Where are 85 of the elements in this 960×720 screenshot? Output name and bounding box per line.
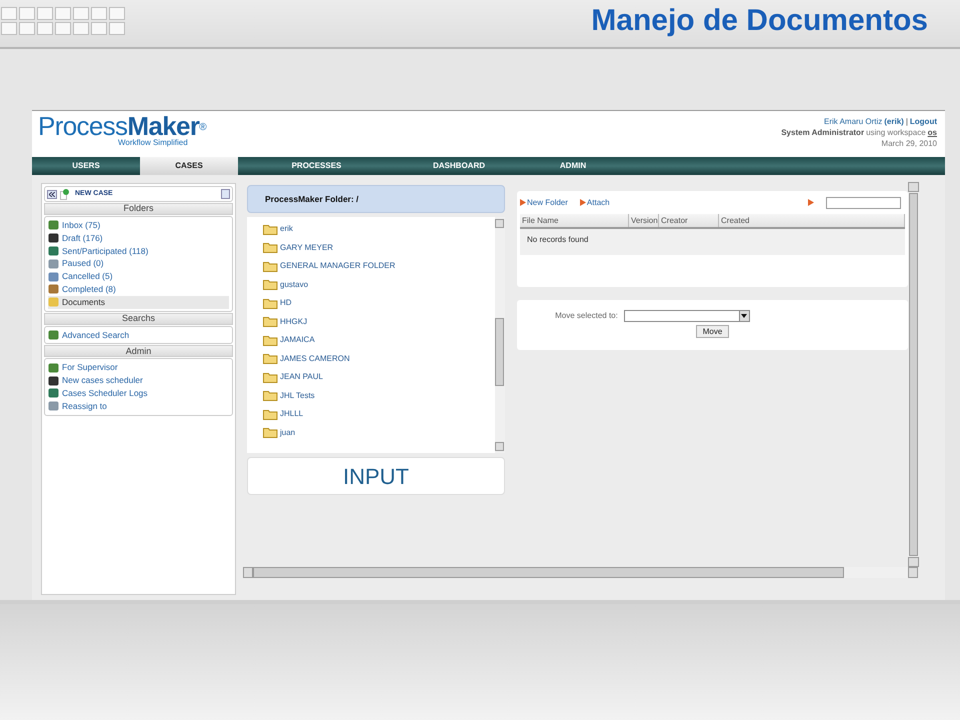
sidebar-item[interactable]: Reassign to <box>48 400 229 413</box>
folder-panel-header: ProcessMaker Folder: / <box>247 185 505 213</box>
folder-icon <box>263 427 278 438</box>
sidebar-item[interactable]: Sent/Participated (118) <box>48 244 229 258</box>
square-icon <box>48 284 59 294</box>
arrow-icon <box>808 199 814 206</box>
sidebar-item[interactable]: Paused (0) <box>48 257 229 270</box>
collapse-icon[interactable] <box>47 190 57 198</box>
column-header[interactable]: Version <box>629 214 659 227</box>
folder-item[interactable]: HD <box>263 294 495 312</box>
square-icon <box>48 246 59 256</box>
sidebar-item[interactable]: For Supervisor <box>48 361 229 374</box>
nav-tab[interactable]: CASES <box>140 157 238 175</box>
folder-icon <box>263 408 278 420</box>
date-text: March 29, 2010 <box>881 138 937 149</box>
workspace-name: os <box>928 127 937 138</box>
column-header[interactable]: File Name <box>520 214 629 227</box>
folder-icon <box>263 298 278 309</box>
folder-item[interactable]: JHLLL <box>263 405 495 424</box>
folder-icon <box>263 224 278 235</box>
empty-message: No records found <box>527 234 588 246</box>
user-role: System Administrator <box>781 127 864 138</box>
folder-item[interactable]: juan <box>263 424 495 442</box>
toolbar-link[interactable]: Attach <box>580 196 610 208</box>
folder-item[interactable]: JEAN PAUL <box>263 368 495 386</box>
username: (erik) <box>884 116 904 127</box>
square-icon <box>48 233 59 244</box>
nav-tab[interactable]: USERS <box>32 157 140 175</box>
new-case-icon <box>60 188 69 200</box>
square-icon <box>48 330 59 340</box>
sidebar-item[interactable]: Cancelled (5) <box>48 270 229 283</box>
folder-icon <box>263 279 278 290</box>
sidebar-item[interactable]: Completed (8) <box>48 282 229 296</box>
logout-link[interactable]: Logout <box>910 116 937 127</box>
input-label: INPUT <box>247 457 505 495</box>
sidebar-item[interactable]: Inbox (75) <box>48 219 229 232</box>
pin-icon[interactable] <box>221 189 230 199</box>
square-icon <box>48 258 59 269</box>
folder-item[interactable]: GARY MEYER <box>263 238 495 257</box>
toolbar-link[interactable]: New Folder <box>520 196 568 208</box>
square-icon <box>48 220 59 230</box>
caret-icon <box>741 314 748 318</box>
folder-item[interactable]: JHL Tests <box>263 386 495 405</box>
arrow-icon <box>580 199 586 206</box>
separator: | <box>906 116 908 127</box>
sidebar-item[interactable]: Draft (176) <box>48 232 229 245</box>
section-header: Searchs <box>44 312 233 325</box>
square-icon <box>48 362 59 373</box>
processmaker-logo: ProcessMaker$^{®}$ Workflow Simplified <box>38 113 206 149</box>
section-header: Admin <box>44 345 233 358</box>
folder-item[interactable]: gustavo <box>263 276 495 294</box>
user-name: Erik Amaru Ortiz <box>824 116 882 127</box>
square-icon <box>48 297 59 308</box>
sidebar-item[interactable]: Documents <box>48 296 229 309</box>
folder-icon <box>263 242 278 254</box>
folder-icon <box>263 353 278 364</box>
sidebar-item[interactable]: New cases scheduler <box>48 374 229 387</box>
slide-title: Manejo de Documentos <box>591 3 928 39</box>
folder-item[interactable]: GENERAL MANAGER FOLDER <box>263 257 495 276</box>
workspace-text: using workspace <box>866 127 926 138</box>
move-label: Move selected to: <box>555 310 618 322</box>
nav-tab[interactable]: PROCESSES <box>238 157 395 175</box>
folder-item[interactable]: JAMES CAMERON <box>263 350 495 368</box>
search-field[interactable] <box>826 196 901 208</box>
nav-tab[interactable]: DASHBOARD <box>395 157 523 175</box>
folder-item[interactable]: JAMAICA <box>263 331 495 350</box>
folder-icon <box>263 260 278 272</box>
folder-icon <box>263 372 278 383</box>
column-header[interactable]: Created <box>719 214 905 227</box>
square-icon <box>48 401 59 412</box>
square-icon <box>48 376 59 386</box>
folder-icon <box>263 390 278 402</box>
square-icon <box>48 272 59 282</box>
square-icon <box>48 388 59 398</box>
section-header: Folders <box>44 203 233 215</box>
folder-icon <box>263 316 278 328</box>
destination-dropdown[interactable] <box>624 310 750 322</box>
nav-tab[interactable]: ADMIN <box>523 157 623 175</box>
folder-item[interactable]: erik <box>263 220 495 238</box>
folder-item[interactable]: HHGKJ <box>263 312 495 331</box>
folder-icon <box>263 334 278 346</box>
sidebar-item[interactable]: Cases Scheduler Logs <box>48 386 229 400</box>
move-button[interactable]: Move <box>696 325 730 338</box>
column-header[interactable]: Creator <box>659 214 719 227</box>
arrow-icon <box>520 199 526 206</box>
